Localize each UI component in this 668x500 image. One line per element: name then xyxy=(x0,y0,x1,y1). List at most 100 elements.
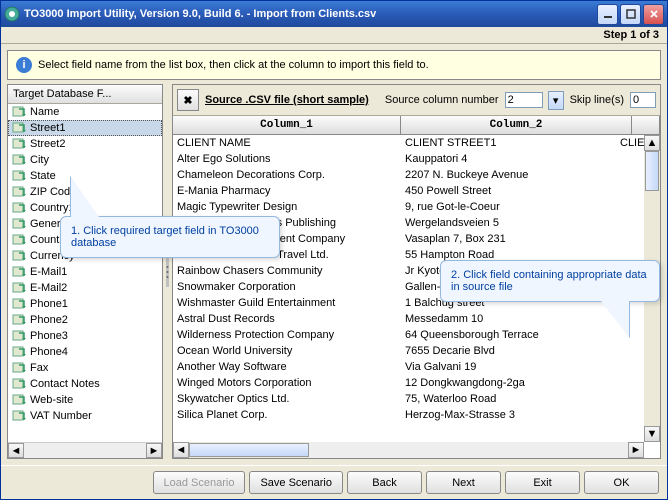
table-row[interactable]: CLIENT NAMECLIENT STREET1CLIE xyxy=(173,135,644,151)
cell[interactable]: Kauppatori 4 xyxy=(401,151,616,167)
scroll-left-icon[interactable]: ◄ xyxy=(8,443,24,458)
grid-header[interactable]: Column_1 Column_2 xyxy=(173,116,660,135)
scroll-thumb-v[interactable] xyxy=(645,151,659,191)
target-field-item[interactable]: E-Mail1 xyxy=(8,264,162,280)
cell[interactable]: 12 Dongkwangdong-2ga xyxy=(401,375,616,391)
table-row[interactable]: Another Way SoftwareVia Galvani 19 xyxy=(173,359,644,375)
ok-button[interactable]: OK xyxy=(584,471,659,494)
table-row[interactable]: Astral Dust RecordsMessedamm 10 xyxy=(173,311,644,327)
table-row[interactable]: Wilderness Protection Company64 Queensbo… xyxy=(173,327,644,343)
target-field-item[interactable]: Street1 xyxy=(8,120,162,136)
cell[interactable]: CLIE xyxy=(616,135,644,151)
cell[interactable] xyxy=(616,215,644,231)
cell[interactable]: Wergelandsveien 5 xyxy=(401,215,616,231)
field-icon xyxy=(12,201,26,215)
table-row[interactable]: Chameleon Decorations Corp.2207 N. Bucke… xyxy=(173,167,644,183)
cell[interactable]: Via Galvani 19 xyxy=(401,359,616,375)
cell[interactable] xyxy=(616,407,644,423)
cell[interactable]: Winged Motors Corporation xyxy=(173,375,401,391)
back-button[interactable]: Back xyxy=(347,471,422,494)
cell[interactable] xyxy=(616,343,644,359)
cell[interactable] xyxy=(616,183,644,199)
cell[interactable]: Another Way Software xyxy=(173,359,401,375)
cell[interactable]: Messedamm 10 xyxy=(401,311,616,327)
load-scenario-button[interactable]: Load Scenario xyxy=(153,471,246,494)
cell[interactable]: Skywatcher Optics Ltd. xyxy=(173,391,401,407)
target-field-item[interactable]: VAT Number xyxy=(8,408,162,424)
table-row[interactable]: Silica Planet Corp.Herzog-Max-Strasse 3 xyxy=(173,407,644,423)
target-fields-list[interactable]: NameStreet1Street2CityStateZIP CodeCount… xyxy=(8,104,162,442)
exit-button[interactable]: Exit xyxy=(505,471,580,494)
target-field-item[interactable]: Phone3 xyxy=(8,328,162,344)
target-field-item[interactable]: Contact Notes xyxy=(8,376,162,392)
cell[interactable] xyxy=(616,391,644,407)
scroll-left-icon[interactable]: ◄ xyxy=(173,442,189,458)
cell[interactable]: Chameleon Decorations Corp. xyxy=(173,167,401,183)
cell[interactable]: Silica Planet Corp. xyxy=(173,407,401,423)
cell[interactable]: 7655 Decarie Blvd xyxy=(401,343,616,359)
grid-scrollbar-horizontal[interactable]: ◄ ► xyxy=(173,442,644,458)
cell[interactable] xyxy=(616,199,644,215)
target-field-item[interactable]: City xyxy=(8,152,162,168)
cell[interactable]: Wishmaster Guild Entertainment xyxy=(173,295,401,311)
cell[interactable]: Magic Typewriter Design xyxy=(173,199,401,215)
cell[interactable]: Ocean World University xyxy=(173,343,401,359)
source-column-input[interactable] xyxy=(505,92,543,108)
target-field-item[interactable]: Street2 xyxy=(8,136,162,152)
grid-header-col1[interactable]: Column_1 xyxy=(173,116,401,134)
target-field-item[interactable]: Web-site xyxy=(8,392,162,408)
close-button[interactable] xyxy=(643,4,664,25)
cell[interactable]: E-Mania Pharmacy xyxy=(173,183,401,199)
scroll-right-icon[interactable]: ► xyxy=(628,442,644,458)
cell[interactable]: 75, Waterloo Road xyxy=(401,391,616,407)
source-column-dropdown[interactable]: ▾ xyxy=(548,91,564,110)
table-row[interactable]: Alter Ego SolutionsKauppatori 4 xyxy=(173,151,644,167)
target-field-item[interactable]: Phone4 xyxy=(8,344,162,360)
cell[interactable] xyxy=(616,231,644,247)
grid-header-col3[interactable] xyxy=(632,116,660,134)
cell[interactable]: 2207 N. Buckeye Avenue xyxy=(401,167,616,183)
cell[interactable] xyxy=(616,375,644,391)
target-field-item[interactable]: Fax xyxy=(8,360,162,376)
table-row[interactable]: Winged Motors Corporation12 Dongkwangdon… xyxy=(173,375,644,391)
cell[interactable] xyxy=(616,167,644,183)
titlebar[interactable]: TO3000 Import Utility, Version 9.0, Buil… xyxy=(1,1,667,27)
target-field-item[interactable]: Phone2 xyxy=(8,312,162,328)
cell[interactable]: Rainbow Chasers Community xyxy=(173,263,401,279)
cell[interactable]: Astral Dust Records xyxy=(173,311,401,327)
scroll-thumb-h[interactable] xyxy=(189,443,309,457)
cell[interactable]: Snowmaker Corporation xyxy=(173,279,401,295)
delete-mapping-button[interactable]: ✖ xyxy=(177,89,199,111)
target-field-item[interactable]: Name xyxy=(8,104,162,120)
skip-lines-input[interactable] xyxy=(630,92,656,108)
minimize-button[interactable] xyxy=(597,4,618,25)
cell[interactable]: CLIENT STREET1 xyxy=(401,135,616,151)
grid-header-col2[interactable]: Column_2 xyxy=(401,116,632,134)
table-row[interactable]: Skywatcher Optics Ltd.75, Waterloo Road xyxy=(173,391,644,407)
cell[interactable]: Alter Ego Solutions xyxy=(173,151,401,167)
cell[interactable] xyxy=(616,151,644,167)
field-label: Fax xyxy=(30,362,48,374)
cell[interactable]: 9, rue Got-le-Coeur xyxy=(401,199,616,215)
cell[interactable]: CLIENT NAME xyxy=(173,135,401,151)
cell[interactable]: 64 Queensborough Terrace xyxy=(401,327,616,343)
scroll-down-icon[interactable]: ▼ xyxy=(644,426,660,442)
save-scenario-button[interactable]: Save Scenario xyxy=(249,471,343,494)
cell[interactable] xyxy=(616,359,644,375)
next-button[interactable]: Next xyxy=(426,471,501,494)
table-row[interactable]: Magic Typewriter Design9, rue Got-le-Coe… xyxy=(173,199,644,215)
maximize-button[interactable] xyxy=(620,4,641,25)
cell[interactable]: 450 Powell Street xyxy=(401,183,616,199)
target-field-item[interactable]: E-Mail2 xyxy=(8,280,162,296)
left-scrollbar-horizontal[interactable]: ◄ ► xyxy=(8,442,162,458)
cell[interactable]: Herzog-Max-Strasse 3 xyxy=(401,407,616,423)
table-row[interactable]: E-Mania Pharmacy450 Powell Street xyxy=(173,183,644,199)
scroll-right-icon[interactable]: ► xyxy=(146,443,162,458)
target-fields-header[interactable]: Target Database F... xyxy=(8,85,162,104)
cell[interactable]: Vasaplan 7, Box 231 xyxy=(401,231,616,247)
cell[interactable]: Wilderness Protection Company xyxy=(173,327,401,343)
scroll-up-icon[interactable]: ▲ xyxy=(644,135,660,151)
target-field-item[interactable]: Phone1 xyxy=(8,296,162,312)
table-row[interactable]: Ocean World University7655 Decarie Blvd xyxy=(173,343,644,359)
splitter[interactable] xyxy=(166,84,169,459)
